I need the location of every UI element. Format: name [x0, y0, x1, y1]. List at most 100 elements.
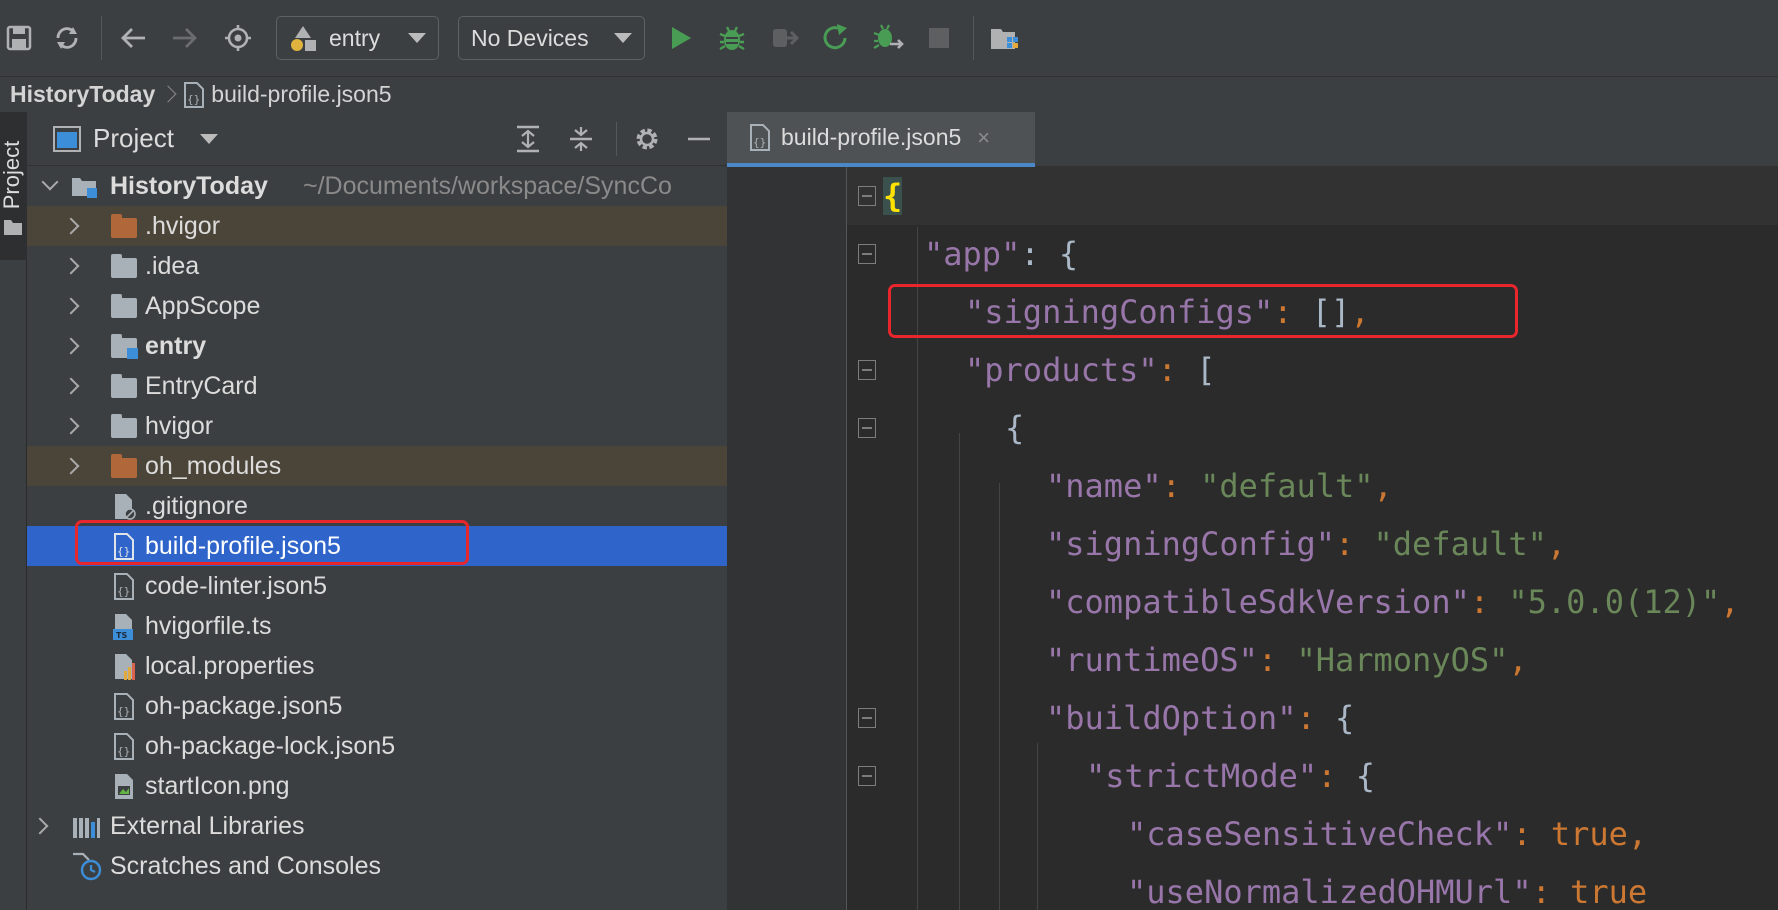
fold-icon[interactable]: [858, 766, 876, 786]
project-structure-icon[interactable]: [986, 19, 1024, 57]
tree-item-hvigorfile[interactable]: TS hvigorfile.ts: [27, 606, 727, 646]
chevron-down-icon[interactable]: [199, 133, 218, 144]
json-key: "runtimeOS": [1046, 641, 1258, 679]
json-punct: :: [1161, 467, 1201, 505]
device-selector[interactable]: No Devices: [458, 16, 645, 60]
tree-item-label: startIcon.png: [145, 771, 290, 800]
chevron-down-icon: [408, 33, 426, 43]
tree-item-label: HistoryToday: [110, 171, 268, 200]
apply-changes-icon[interactable]: [817, 19, 855, 57]
code-line-10: 10 "buildOption": {: [847, 689, 1778, 747]
close-icon[interactable]: ×: [977, 125, 990, 151]
editor-tab-build-profile[interactable]: {} build-profile.json5 ×: [727, 112, 1035, 167]
json-value: "default": [1373, 525, 1547, 563]
svg-text:{}: {}: [117, 585, 130, 598]
module-selector[interactable]: entry: [276, 16, 439, 60]
tree-item-scratches[interactable]: Scratches and Consoles: [27, 846, 727, 886]
forward-icon[interactable]: [166, 19, 204, 57]
code-line-8: 8 "compatibleSdkVersion": "5.0.0(12)",: [847, 573, 1778, 631]
stop-icon[interactable]: [920, 19, 958, 57]
fold-icon[interactable]: [858, 244, 876, 264]
fold-icon[interactable]: [858, 418, 876, 438]
tree-item-code-linter[interactable]: {} code-linter.json5: [27, 566, 727, 606]
json-key: "useNormalizedOHMUrl": [1127, 873, 1532, 910]
excluded-folder-icon: [111, 454, 137, 478]
module-icon: [291, 26, 316, 51]
tree-item-label: hvigor: [145, 411, 214, 440]
run-icon[interactable]: [661, 19, 699, 57]
project-view-icon: [53, 125, 81, 152]
chevron-right-icon: [161, 82, 177, 108]
sync-icon[interactable]: [48, 19, 86, 57]
json-punct: ,: [1508, 641, 1528, 679]
code-line-2: 2 "app": {: [847, 225, 1778, 283]
tree-item-label: entry: [145, 331, 207, 360]
chevron-right-icon[interactable]: [62, 217, 80, 235]
json-key: "buildOption": [1046, 699, 1297, 737]
fold-icon[interactable]: [858, 186, 876, 206]
chevron-right-icon[interactable]: [62, 417, 80, 435]
code-line-9: 9 "runtimeOS": "HarmonyOS",: [847, 631, 1778, 689]
fold-icon[interactable]: [858, 360, 876, 380]
device-selector-label: No Devices: [471, 24, 589, 51]
chevron-right-icon[interactable]: [62, 377, 80, 395]
editor-tab-bar: {} build-profile.json5 ×: [727, 112, 1778, 167]
save-icon[interactable]: [0, 19, 38, 57]
breadcrumb-project[interactable]: HistoryToday: [10, 81, 155, 108]
tree-item-label: hvigorfile.ts: [145, 611, 272, 640]
tree-item-hvigor[interactable]: hvigor: [27, 406, 727, 446]
expand-all-icon[interactable]: [512, 123, 544, 155]
collapse-all-icon[interactable]: [565, 123, 597, 155]
chevron-right-icon[interactable]: [62, 297, 80, 315]
tree-item-entry[interactable]: entry: [27, 326, 727, 366]
json-punct: ,: [1627, 815, 1648, 853]
locate-icon[interactable]: [219, 19, 257, 57]
tree-item-hvigor-hidden[interactable]: .hvigor: [27, 206, 727, 246]
tree-item-oh-package[interactable]: {} oh-package.json5: [27, 686, 727, 726]
json-value: {: [1334, 699, 1355, 737]
json-punct: ,: [1373, 467, 1393, 505]
tree-item-idea[interactable]: .idea: [27, 246, 727, 286]
tree-item-oh-modules[interactable]: oh_modules: [27, 446, 727, 486]
project-tool-tab[interactable]: Project: [0, 112, 27, 260]
project-panel-title[interactable]: Project: [93, 123, 174, 154]
profile-icon[interactable]: [869, 19, 907, 57]
json-punct: :: [1296, 699, 1335, 737]
json-key: "signingConfig": [1046, 525, 1335, 563]
module-folder-icon: [72, 178, 97, 198]
svg-text:{}: {}: [753, 136, 766, 149]
tree-item-label: .idea: [145, 251, 200, 280]
json-punct: :: [1317, 757, 1356, 795]
svg-text:TS: TS: [116, 631, 127, 640]
json-value: true: [1570, 873, 1648, 910]
chevron-down-icon[interactable]: [41, 173, 59, 191]
gear-icon[interactable]: [631, 123, 663, 155]
chevron-right-icon[interactable]: [62, 337, 80, 355]
editor-code-area[interactable]: 1 { 2 "app": { 3 "signingConfigs": [], 4…: [847, 167, 1778, 910]
hide-panel-icon[interactable]: [683, 123, 715, 155]
tree-item-external-libraries[interactable]: External Libraries: [27, 806, 727, 846]
json-punct: ,: [1546, 525, 1567, 563]
navigation-breadcrumb: HistoryToday {} build-profile.json5: [0, 76, 1778, 112]
json-value: [: [1196, 351, 1216, 389]
json-file-icon: {}: [183, 81, 205, 108]
tree-item-oh-package-lock[interactable]: {} oh-package-lock.json5: [27, 726, 727, 766]
chevron-right-icon[interactable]: [31, 817, 49, 835]
code-line-13: 13 "useNormalizedOHMUrl": true: [847, 863, 1778, 910]
tree-item-entrycard[interactable]: EntryCard: [27, 366, 727, 406]
json-file-icon: {}: [750, 123, 770, 151]
fold-icon[interactable]: [858, 708, 876, 728]
back-icon[interactable]: [114, 19, 152, 57]
folder-icon: [111, 294, 137, 318]
debug-icon[interactable]: [713, 19, 751, 57]
attach-debugger-icon[interactable]: [765, 19, 803, 57]
tree-item-local-properties[interactable]: local.properties: [27, 646, 727, 686]
tree-item-historytoday[interactable]: HistoryToday ~/Documents/workspace/SyncC…: [27, 166, 727, 206]
chevron-right-icon[interactable]: [62, 257, 80, 275]
tree-item-appscope[interactable]: AppScope: [27, 286, 727, 326]
breadcrumb-file[interactable]: build-profile.json5: [211, 81, 391, 108]
code-line-11: 11 "strictMode": {: [847, 747, 1778, 805]
tree-item-start-icon[interactable]: startIcon.png: [27, 766, 727, 806]
code-editor: {} build-profile.json5 × 1 { 2 "app": { …: [727, 112, 1778, 910]
chevron-right-icon[interactable]: [62, 457, 80, 475]
